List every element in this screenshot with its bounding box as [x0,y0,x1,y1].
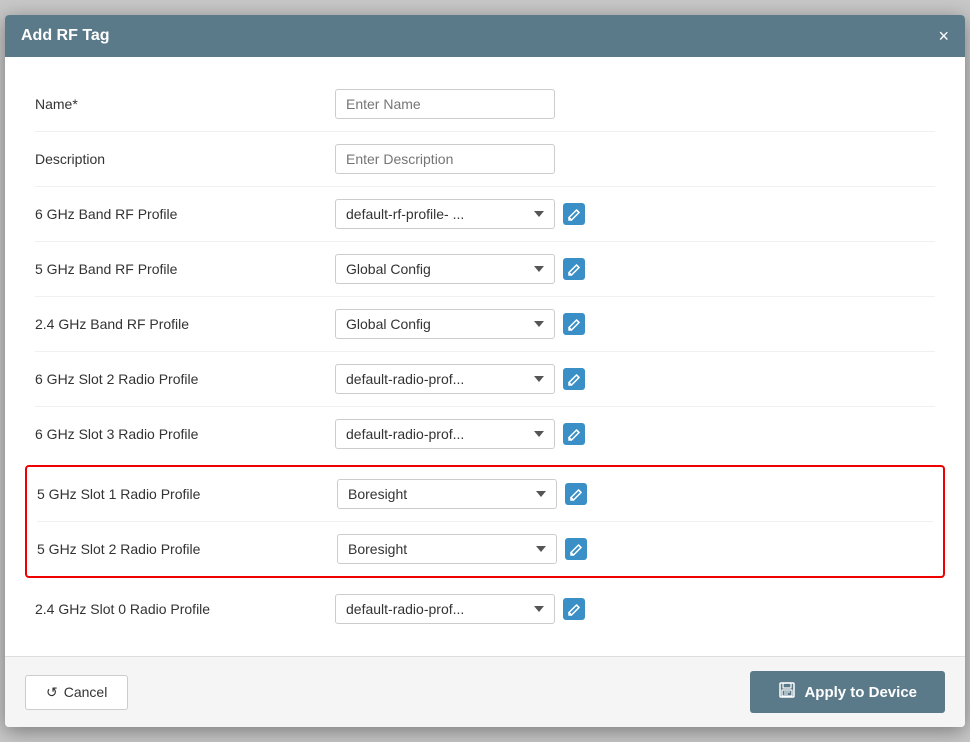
6ghz-slot2-radio-profile-edit-icon[interactable] [563,368,585,390]
apply-to-device-button[interactable]: Apply to Device [750,671,945,713]
5ghz-slot1-radio-profile-control: Boresight [337,479,587,509]
6ghz-slot2-radio-profile-row: 6 GHz Slot 2 Radio Profile default-radio… [35,352,935,407]
6ghz-slot3-radio-profile-edit-icon[interactable] [563,423,585,445]
add-rf-tag-modal: Add RF Tag × Name* Description 6 GHz Ban… [5,15,965,727]
5ghz-band-rf-profile-select[interactable]: Global Config [335,254,555,284]
description-input[interactable] [335,144,555,174]
6ghz-band-rf-profile-label: 6 GHz Band RF Profile [35,206,335,222]
24ghz-band-rf-profile-control: Global Config [335,309,585,339]
5ghz-band-rf-profile-control: Global Config [335,254,585,284]
24ghz-band-rf-profile-select[interactable]: Global Config [335,309,555,339]
5ghz-slot2-radio-profile-label: 5 GHz Slot 2 Radio Profile [37,541,337,557]
cancel-button[interactable]: ↺ Cancel [25,675,128,710]
modal-title: Add RF Tag [21,27,110,45]
description-label: Description [35,151,335,167]
5ghz-band-rf-profile-label: 5 GHz Band RF Profile [35,261,335,277]
modal-body: Name* Description 6 GHz Band RF Profile … [5,57,965,656]
5ghz-slot1-radio-profile-edit-icon[interactable] [565,483,587,505]
5ghz-slot2-radio-profile-edit-icon[interactable] [565,538,587,560]
24ghz-slot0-radio-profile-row: 2.4 GHz Slot 0 Radio Profile default-rad… [35,582,935,636]
24ghz-slot0-radio-profile-select[interactable]: default-radio-prof... [335,594,555,624]
5ghz-slot1-radio-profile-row: 5 GHz Slot 1 Radio Profile Boresight [37,467,933,522]
6ghz-band-rf-profile-control: default-rf-profile- ... [335,199,585,229]
6ghz-slot2-radio-profile-label: 6 GHz Slot 2 Radio Profile [35,371,335,387]
6ghz-slot3-radio-profile-row: 6 GHz Slot 3 Radio Profile default-radio… [35,407,935,461]
close-button[interactable]: × [938,27,949,45]
5ghz-slot1-radio-profile-label: 5 GHz Slot 1 Radio Profile [37,486,337,502]
24ghz-band-rf-profile-row: 2.4 GHz Band RF Profile Global Config [35,297,935,352]
5ghz-slot2-radio-profile-select[interactable]: Boresight [337,534,557,564]
apply-label: Apply to Device [804,684,917,701]
24ghz-slot0-radio-profile-control: default-radio-prof... [335,594,585,624]
5ghz-band-rf-profile-edit-icon[interactable] [563,258,585,280]
6ghz-band-rf-profile-edit-icon[interactable] [563,203,585,225]
6ghz-slot3-radio-profile-label: 6 GHz Slot 3 Radio Profile [35,426,335,442]
6ghz-slot2-radio-profile-select[interactable]: default-radio-prof... [335,364,555,394]
5ghz-band-rf-profile-row: 5 GHz Band RF Profile Global Config [35,242,935,297]
24ghz-band-rf-profile-edit-icon[interactable] [563,313,585,335]
cancel-icon: ↺ [46,684,58,701]
24ghz-band-rf-profile-label: 2.4 GHz Band RF Profile [35,316,335,332]
6ghz-band-rf-profile-row: 6 GHz Band RF Profile default-rf-profile… [35,187,935,242]
5ghz-slot1-radio-profile-select[interactable]: Boresight [337,479,557,509]
name-control [335,89,555,119]
modal-header: Add RF Tag × [5,15,965,57]
name-label: Name* [35,96,335,112]
description-control [335,144,555,174]
description-row: Description [35,132,935,187]
5ghz-slot2-radio-profile-row: 5 GHz Slot 2 Radio Profile Boresight [37,522,933,576]
cancel-label: Cancel [64,684,108,700]
name-row: Name* [35,77,935,132]
5ghz-slot2-radio-profile-control: Boresight [337,534,587,564]
6ghz-slot3-radio-profile-control: default-radio-prof... [335,419,585,449]
highlighted-section: 5 GHz Slot 1 Radio Profile Boresight [25,465,945,578]
modal-footer: ↺ Cancel Apply to Device [5,656,965,727]
6ghz-band-rf-profile-select[interactable]: default-rf-profile- ... [335,199,555,229]
apply-icon [778,681,796,703]
6ghz-slot3-radio-profile-select[interactable]: default-radio-prof... [335,419,555,449]
regular-fields-top: 6 GHz Band RF Profile default-rf-profile… [35,187,935,461]
24ghz-slot0-radio-profile-edit-icon[interactable] [563,598,585,620]
6ghz-slot2-radio-profile-control: default-radio-prof... [335,364,585,394]
24ghz-slot0-radio-profile-label: 2.4 GHz Slot 0 Radio Profile [35,601,335,617]
name-input[interactable] [335,89,555,119]
